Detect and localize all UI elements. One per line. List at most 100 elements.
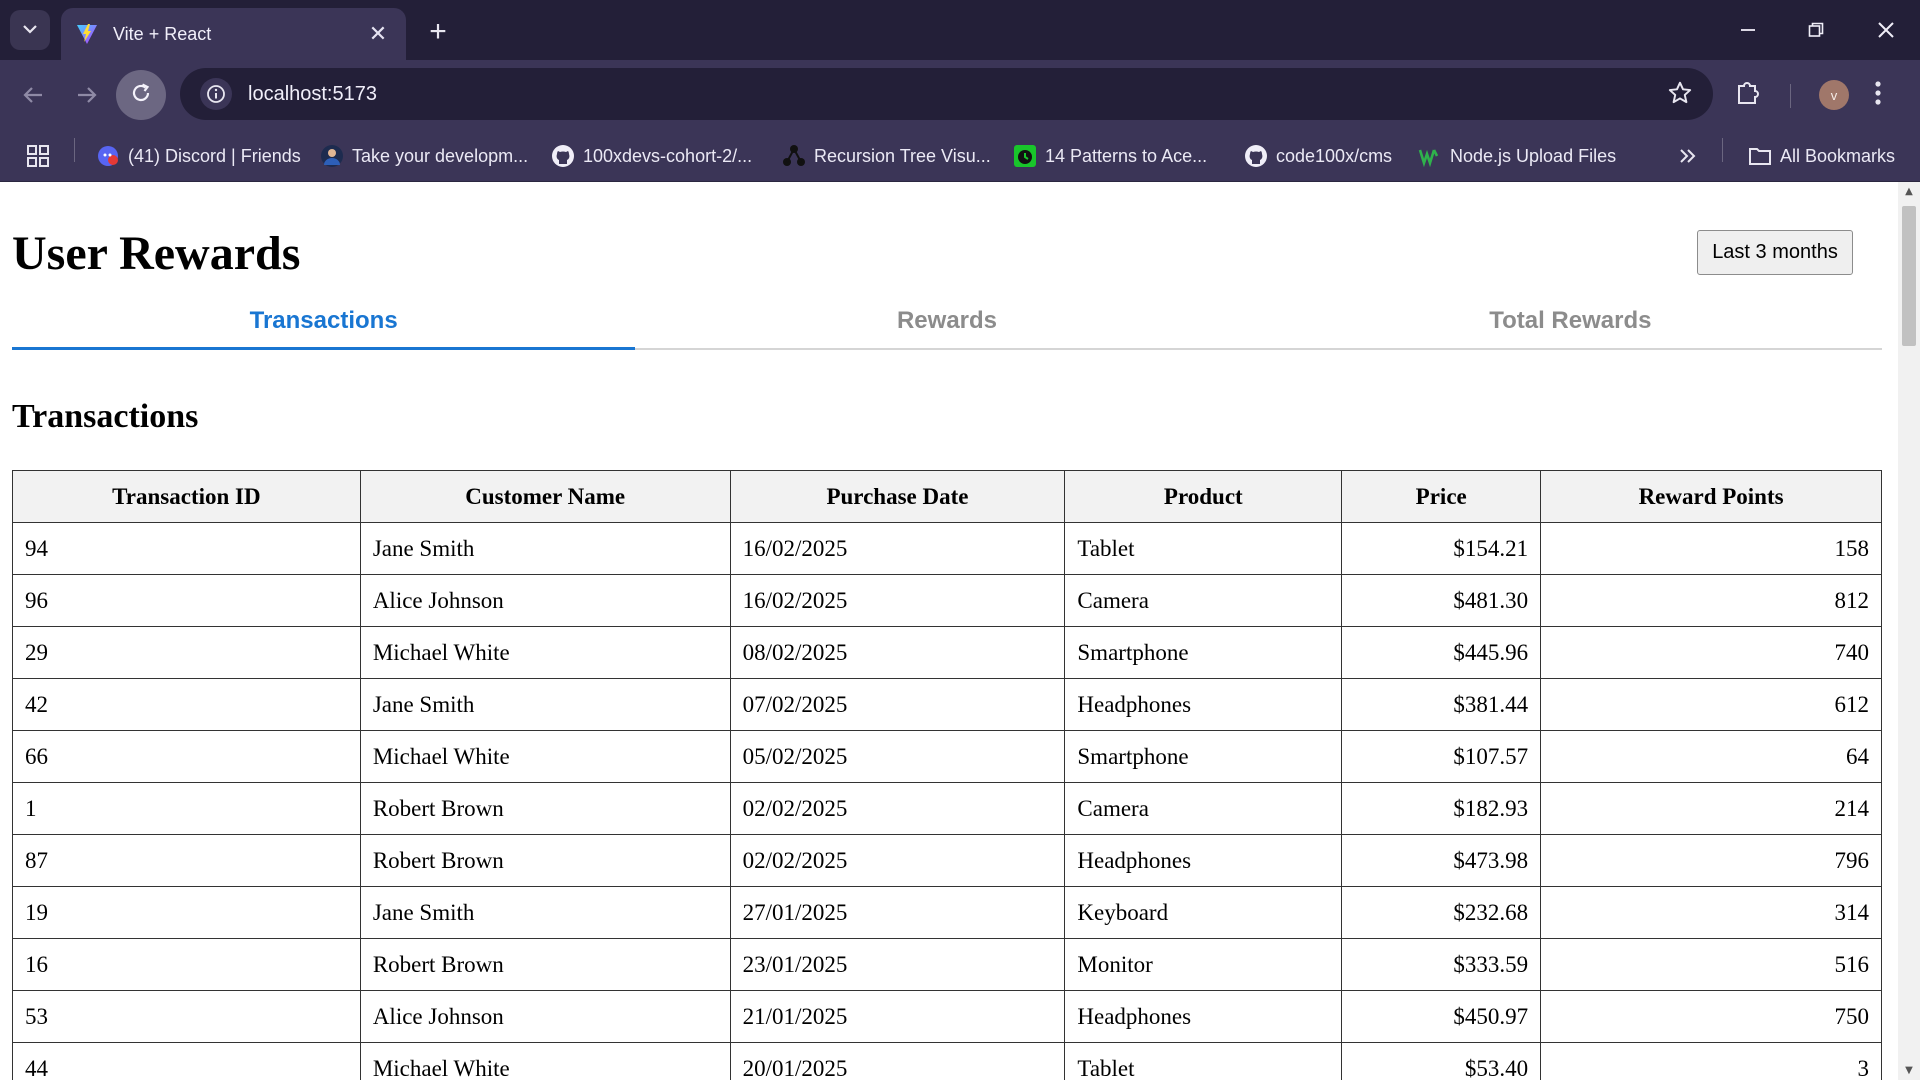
column-header: Price (1341, 470, 1542, 523)
page-title: User Rewards (12, 227, 301, 280)
table-cell: $53.40 (1341, 1042, 1542, 1080)
table-cell: 29 (12, 626, 361, 679)
table-cell: 96 (12, 574, 361, 627)
table-cell: 158 (1540, 522, 1882, 575)
table-cell: Tablet (1064, 522, 1343, 575)
table-cell: 02/02/2025 (729, 834, 1066, 887)
profile-avatar[interactable]: v (1819, 80, 1849, 110)
bookmark-node-upload[interactable]: Node.js Upload Files (1418, 136, 1616, 176)
tab-bar: Transactions Rewards Total Rewards (12, 294, 1882, 350)
table-cell: 20/01/2025 (729, 1042, 1066, 1080)
bookmark-star-icon[interactable] (1667, 80, 1693, 112)
tree-icon (782, 144, 806, 168)
table-cell: $481.30 (1341, 574, 1542, 627)
transactions-table: Transaction ID Customer Name Purchase Da… (12, 470, 1882, 1080)
table-cell: Headphones (1064, 990, 1343, 1043)
extensions-icon[interactable] (1735, 78, 1761, 113)
bookmark-code100x-cms[interactable]: code100x/cms (1244, 136, 1392, 176)
browser-toolbar: localhost:5173 v (0, 60, 1920, 130)
tab-rewards[interactable]: Rewards (635, 294, 1258, 348)
table-cell: Alice Johnson (359, 574, 731, 627)
table-cell: Camera (1064, 574, 1343, 627)
address-bar[interactable]: localhost:5173 (180, 68, 1713, 120)
back-button[interactable] (8, 70, 58, 120)
table-cell: Smartphone (1064, 730, 1343, 783)
table-cell: $107.57 (1341, 730, 1542, 783)
w-icon (1418, 144, 1442, 168)
table-cell: 94 (12, 522, 361, 575)
scrollbar-thumb[interactable] (1902, 206, 1916, 346)
tab-search-button[interactable] (10, 10, 50, 50)
table-cell: 44 (12, 1042, 361, 1080)
table-cell: Jane Smith (359, 678, 731, 731)
close-tab-icon[interactable]: ✕ (364, 21, 392, 47)
clock-icon (1013, 144, 1037, 168)
table-row: 19 Jane Smith 27/01/2025 Keyboard $232.68 314 (12, 886, 1882, 939)
table-cell: 02/02/2025 (729, 782, 1066, 835)
table-cell: Michael White (359, 730, 731, 783)
chevron-down-icon (23, 21, 37, 39)
table-row: 42 Jane Smith 07/02/2025 Headphones $381.44 6… (12, 678, 1882, 731)
browser-tab[interactable]: Vite + React ✕ (61, 8, 406, 60)
table-cell: 3 (1540, 1042, 1882, 1080)
table-cell: 612 (1540, 678, 1882, 731)
minimize-button[interactable] (1718, 8, 1778, 52)
bookmarks-divider (74, 138, 75, 162)
close-window-button[interactable] (1856, 8, 1916, 52)
apps-icon[interactable] (26, 136, 50, 176)
table-cell: 750 (1540, 990, 1882, 1043)
bookmark-label: 14 Patterns to Ace... (1045, 145, 1208, 166)
table-cell: 53 (12, 990, 361, 1043)
table-cell: Camera (1064, 782, 1343, 835)
new-tab-button[interactable]: + (420, 14, 456, 50)
table-cell: 516 (1540, 938, 1882, 991)
column-header: Transaction ID (12, 470, 361, 523)
table-cell: 05/02/2025 (729, 730, 1066, 783)
table-cell: 08/02/2025 (729, 626, 1066, 679)
table-cell: 1 (12, 782, 361, 835)
all-bookmarks-button[interactable]: All Bookmarks (1748, 136, 1895, 176)
bookmark-developm[interactable]: Take your developm... (320, 136, 528, 176)
reload-button[interactable] (116, 70, 166, 120)
table-cell: Jane Smith (359, 886, 731, 939)
more-bookmarks-icon[interactable] (1678, 136, 1698, 176)
scroll-up-icon[interactable]: ▲ (1898, 186, 1920, 197)
bookmarks-bar: (41) Discord | Friends Take your develop… (0, 130, 1920, 182)
bookmark-recursion-tree[interactable]: Recursion Tree Visu... (782, 136, 991, 176)
browser-titlebar: Vite + React ✕ + (0, 0, 1920, 60)
tab-transactions[interactable]: Transactions (12, 294, 636, 350)
site-info-icon[interactable] (200, 78, 232, 110)
page-viewport: User Rewards Last 3 months Transactions … (0, 182, 1898, 1080)
table-cell: $450.97 (1341, 990, 1542, 1043)
bookmark-label: code100x/cms (1276, 145, 1393, 166)
github-icon (1244, 144, 1268, 168)
folder-icon (1748, 144, 1772, 168)
toolbar-divider (1790, 84, 1791, 108)
page-scrollbar[interactable]: ▲ ▼ (1898, 182, 1920, 1080)
table-cell: 27/01/2025 (729, 886, 1066, 939)
table-cell: Jane Smith (359, 522, 731, 575)
date-range-button[interactable]: Last 3 months (1697, 230, 1853, 275)
tab-total-rewards[interactable]: Total Rewards (1259, 294, 1882, 348)
discord-icon (96, 144, 120, 168)
column-header: Product (1064, 470, 1343, 523)
table-cell: 07/02/2025 (729, 678, 1066, 731)
vite-icon (75, 22, 99, 46)
table-row: 96 Alice Johnson 16/02/2025 Camera $481.30 81… (12, 574, 1882, 627)
bookmark-14-patterns[interactable]: 14 Patterns to Ace... (1013, 136, 1207, 176)
scroll-down-icon[interactable]: ▼ (1898, 1065, 1920, 1076)
browser-menu-icon[interactable] (1874, 78, 1882, 113)
table-row: 87 Robert Brown 02/02/2025 Headphones $473.9… (12, 834, 1882, 887)
table-cell: $154.21 (1341, 522, 1542, 575)
table-cell: 42 (12, 678, 361, 731)
restore-button[interactable] (1786, 8, 1846, 52)
forward-button[interactable] (62, 70, 112, 120)
table-cell: Keyboard (1064, 886, 1343, 939)
bookmark-discord[interactable]: (41) Discord | Friends (96, 136, 301, 176)
table-cell: 16/02/2025 (729, 574, 1066, 627)
all-bookmarks-label: All Bookmarks (1780, 145, 1896, 166)
table-cell: 740 (1540, 626, 1882, 679)
table-cell: $381.44 (1341, 678, 1542, 731)
table-row: 53 Alice Johnson 21/01/2025 Headphones $450.… (12, 990, 1882, 1043)
bookmark-100xdevs[interactable]: 100xdevs-cohort-2/... (551, 136, 752, 176)
